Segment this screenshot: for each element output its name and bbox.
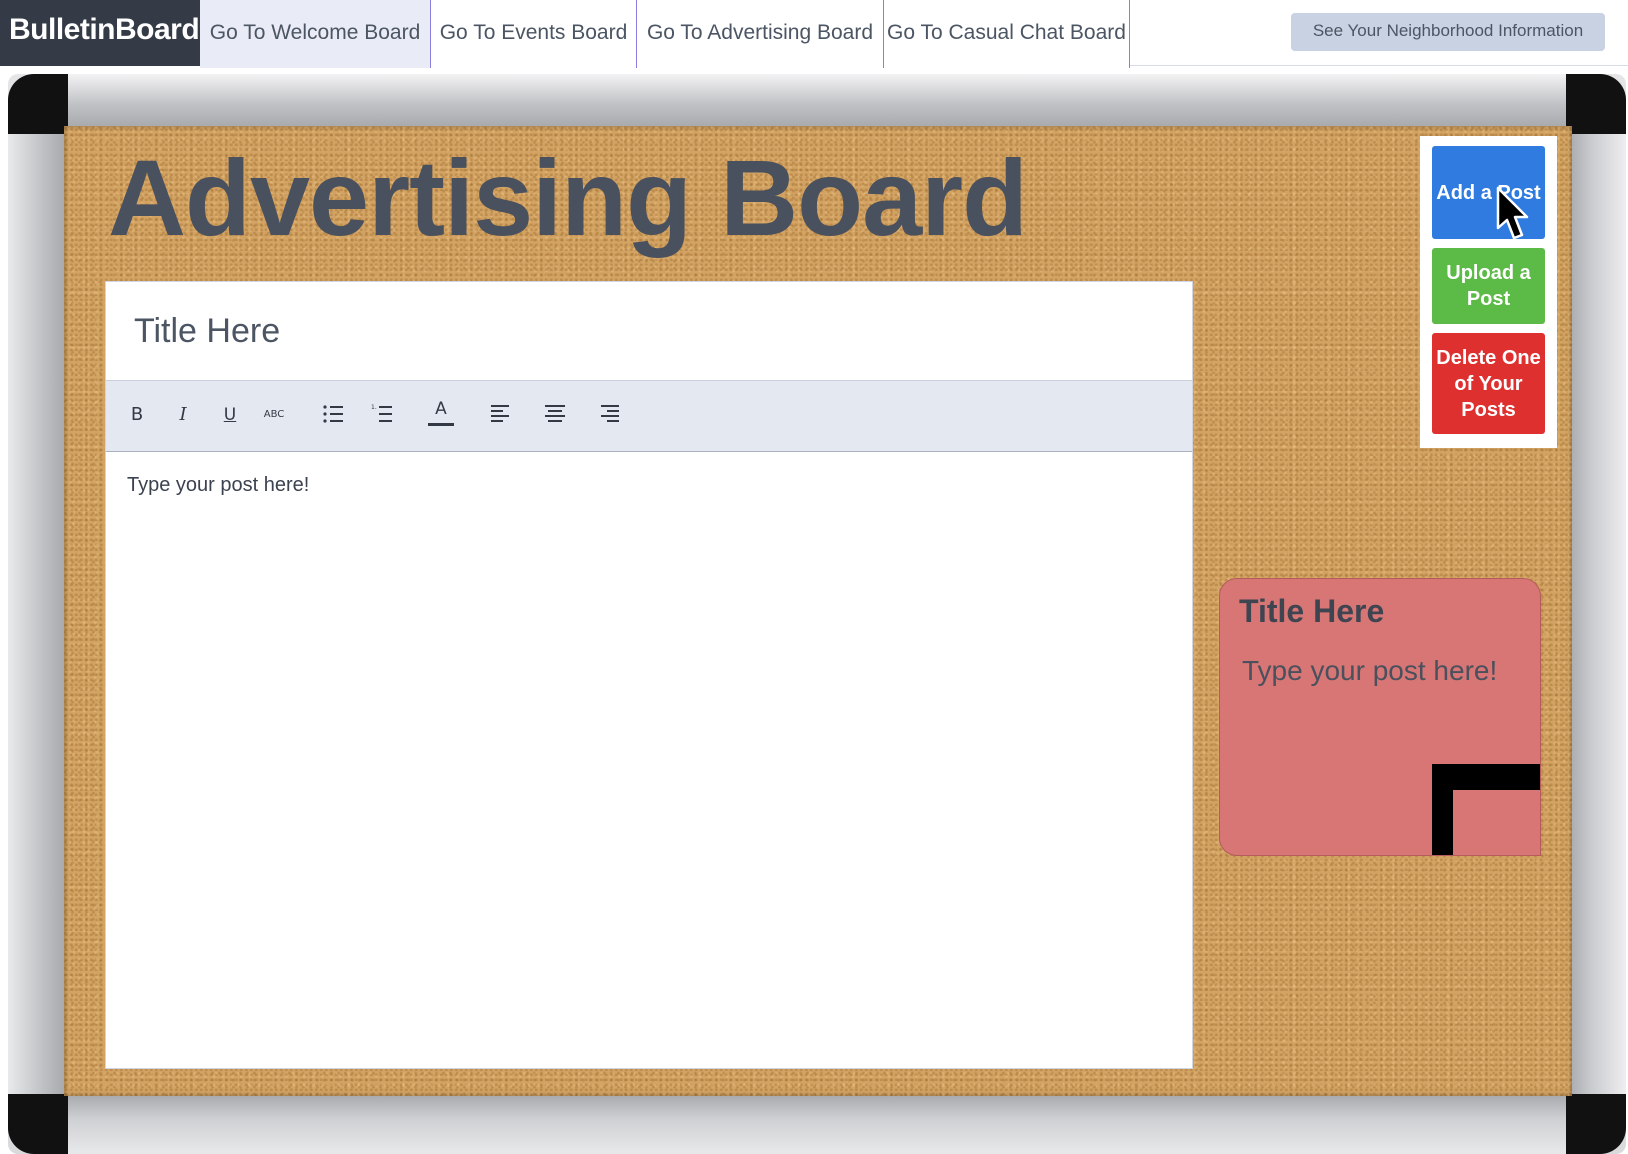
frame-top-rail bbox=[64, 74, 1570, 130]
post-body-input[interactable]: Type your post here! bbox=[106, 452, 1192, 1068]
tab-casual-chat-board[interactable]: Go To Casual Chat Board bbox=[884, 0, 1130, 68]
upload-post-label: Upload a Post bbox=[1446, 262, 1531, 310]
brand-logo[interactable]: BulletinBoard bbox=[0, 0, 200, 66]
italic-icon[interactable]: I bbox=[166, 395, 200, 435]
page-curl-icon bbox=[1432, 764, 1540, 855]
add-post-button[interactable]: Add a Post bbox=[1432, 146, 1545, 239]
text-color-bar bbox=[428, 423, 454, 426]
align-left-icon[interactable] bbox=[484, 395, 518, 435]
frame-left-rail bbox=[8, 124, 66, 1104]
underline-icon[interactable]: U bbox=[213, 395, 247, 435]
frame-corner-bottom-right bbox=[1566, 1094, 1626, 1154]
sticky-note[interactable]: Title Here Type your post here! bbox=[1219, 578, 1541, 856]
tab-advertising-board[interactable]: Go To Advertising Board bbox=[637, 0, 884, 68]
top-navbar: BulletinBoard Go To Welcome Board Go To … bbox=[0, 0, 1628, 68]
text-color-icon[interactable]: A bbox=[424, 395, 458, 435]
align-center-icon[interactable] bbox=[538, 395, 572, 435]
delete-post-button[interactable]: Delete One of Your Posts bbox=[1432, 333, 1545, 434]
add-post-label: Add a Post bbox=[1436, 181, 1541, 204]
svg-text:1.: 1. bbox=[371, 404, 377, 411]
frame-bottom-rail bbox=[64, 1096, 1570, 1154]
post-title-input[interactable] bbox=[106, 282, 1192, 380]
neighborhood-info-button[interactable]: See Your Neighborhood Information bbox=[1291, 13, 1605, 51]
text-color-glyph: A bbox=[435, 399, 447, 419]
post-editor: B I U ABC 1. A bbox=[105, 281, 1193, 1069]
tab-events-board[interactable]: Go To Events Board bbox=[431, 0, 637, 68]
tab-welcome-board[interactable]: Go To Welcome Board bbox=[200, 0, 431, 68]
strikethrough-icon[interactable]: ABC bbox=[257, 395, 291, 435]
board-title: Advertising Board bbox=[108, 137, 1028, 258]
bullet-list-icon[interactable] bbox=[316, 395, 350, 435]
upload-post-button[interactable]: Upload a Post bbox=[1432, 248, 1545, 324]
sticky-note-title: Title Here bbox=[1239, 593, 1385, 629]
frame-corner-top-right bbox=[1566, 74, 1626, 134]
align-right-icon[interactable] bbox=[592, 395, 626, 435]
editor-toolbar: B I U ABC 1. A bbox=[106, 380, 1192, 452]
frame-corner-bottom-left bbox=[8, 1094, 68, 1154]
frame-corner-top-left bbox=[8, 74, 68, 134]
delete-post-label: Delete One of Your Posts bbox=[1436, 346, 1541, 421]
bold-icon[interactable]: B bbox=[120, 395, 154, 435]
sticky-note-body: Type your post here! bbox=[1242, 655, 1498, 686]
frame-right-rail bbox=[1568, 124, 1626, 1104]
numbered-list-icon[interactable]: 1. bbox=[365, 395, 399, 435]
action-button-panel: Add a Post Upload a Post Delete One of Y… bbox=[1420, 136, 1557, 448]
